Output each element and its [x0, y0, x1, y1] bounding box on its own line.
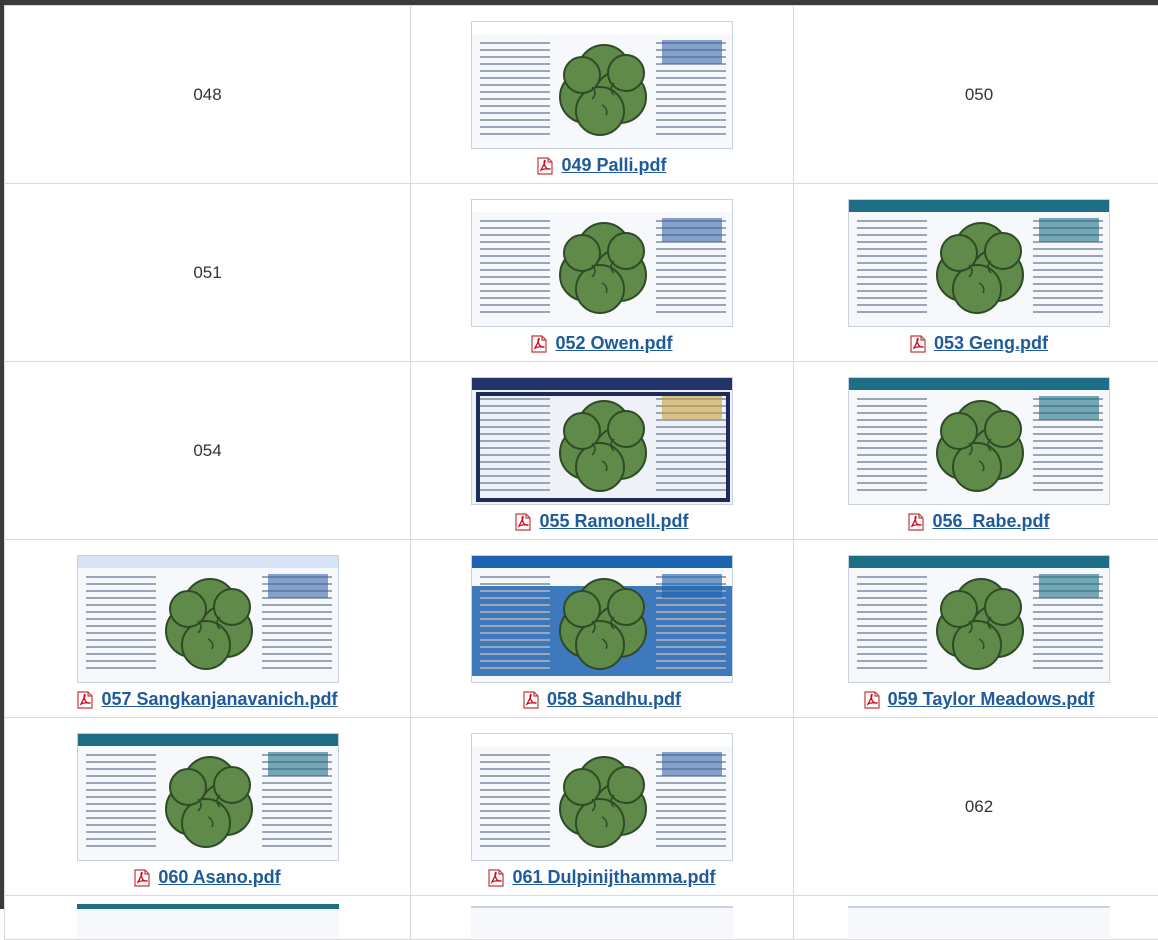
grid-cell: 050 [794, 6, 1158, 184]
grid-cell: 057 Sangkanjanavanich.pdf [5, 540, 411, 718]
grid-cell: 055 Ramonell.pdf [411, 362, 794, 540]
poster-pdf-link[interactable]: 057 Sangkanjanavanich.pdf [77, 689, 337, 710]
table-row: 048 049 Palli.pdf 050 [5, 6, 1158, 184]
tree-icon [148, 561, 268, 681]
poster-number: 050 [965, 85, 993, 104]
tree-icon [919, 383, 1039, 503]
pdf-file-icon [134, 869, 150, 887]
pdf-file-icon [523, 691, 539, 709]
grid-cell: 059 Taylor Meadows.pdf [794, 540, 1158, 718]
poster-thumbnail[interactable] [77, 733, 339, 861]
grid-cell: 054 [5, 362, 411, 540]
poster-thumbnail[interactable] [471, 377, 733, 505]
poster-pdf-link[interactable]: 052 Owen.pdf [531, 333, 672, 354]
poster-pdf-link[interactable]: 060 Asano.pdf [134, 867, 280, 888]
grid-cell: 056_Rabe.pdf [794, 362, 1158, 540]
table-row: 060 Asano.pdf 061 Dulpinijthamma.pdf 062 [5, 718, 1158, 896]
tree-icon [542, 739, 662, 859]
poster-thumbnail[interactable] [77, 555, 339, 683]
tree-icon [919, 205, 1039, 325]
grid-cell: 052 Owen.pdf [411, 184, 794, 362]
poster-thumbnail[interactable] [848, 377, 1110, 505]
grid-cell: 048 [5, 6, 411, 184]
pdf-link-label: 052 Owen.pdf [555, 333, 672, 354]
poster-thumbnail[interactable] [471, 555, 733, 683]
poster-thumbnail[interactable] [471, 199, 733, 327]
poster-thumbnail[interactable] [848, 199, 1110, 327]
grid-cell: 058 Sandhu.pdf [411, 540, 794, 718]
poster-thumbnail[interactable] [471, 733, 733, 861]
pdf-link-label: 053 Geng.pdf [934, 333, 1048, 354]
table-row: 054 055 Ramonell.pdf 056_Rabe.pdf [5, 362, 1158, 540]
table-row: 051 052 Owen.pdf 053 Geng.pdf [5, 184, 1158, 362]
pdf-file-icon [515, 513, 531, 531]
grid-cell: 049 Palli.pdf [411, 6, 794, 184]
tree-icon [542, 383, 662, 503]
poster-pdf-link[interactable]: 058 Sandhu.pdf [523, 689, 681, 710]
poster-pdf-link[interactable]: 053 Geng.pdf [910, 333, 1048, 354]
pdf-link-label: 059 Taylor Meadows.pdf [888, 689, 1095, 710]
poster-thumbnail[interactable] [848, 555, 1110, 683]
poster-pdf-link[interactable]: 049 Palli.pdf [537, 155, 666, 176]
poster-thumbnail[interactable] [471, 21, 733, 149]
pdf-file-icon [537, 157, 553, 175]
poster-number: 048 [193, 85, 221, 104]
tree-icon [542, 561, 662, 681]
poster-pdf-link[interactable]: 055 Ramonell.pdf [515, 511, 688, 532]
poster-pdf-link[interactable]: 056_Rabe.pdf [908, 511, 1049, 532]
pdf-file-icon [910, 335, 926, 353]
pdf-link-label: 055 Ramonell.pdf [539, 511, 688, 532]
grid-cell [794, 896, 1158, 940]
grid-cell: 053 Geng.pdf [794, 184, 1158, 362]
poster-pdf-link[interactable]: 061 Dulpinijthamma.pdf [488, 867, 715, 888]
pdf-link-label: 057 Sangkanjanavanich.pdf [101, 689, 337, 710]
pdf-link-label: 058 Sandhu.pdf [547, 689, 681, 710]
pdf-file-icon [488, 869, 504, 887]
poster-pdf-link[interactable]: 059 Taylor Meadows.pdf [864, 689, 1095, 710]
poster-number: 051 [193, 263, 221, 282]
pdf-link-label: 061 Dulpinijthamma.pdf [512, 867, 715, 888]
poster-number: 062 [965, 797, 993, 816]
grid-cell: 062 [794, 718, 1158, 896]
tree-icon [542, 205, 662, 325]
table-row [5, 896, 1158, 940]
grid-cell [411, 896, 794, 940]
pdf-link-label: 049 Palli.pdf [561, 155, 666, 176]
pdf-link-label: 060 Asano.pdf [158, 867, 280, 888]
pdf-file-icon [864, 691, 880, 709]
grid-cell [5, 896, 411, 940]
poster-number: 054 [193, 441, 221, 460]
pdf-file-icon [908, 513, 924, 531]
tree-icon [148, 739, 268, 859]
pdf-file-icon [531, 335, 547, 353]
grid-cell: 051 [5, 184, 411, 362]
pdf-link-label: 056_Rabe.pdf [932, 511, 1049, 532]
pdf-file-icon [77, 691, 93, 709]
grid-cell: 061 Dulpinijthamma.pdf [411, 718, 794, 896]
tree-icon [919, 561, 1039, 681]
grid-cell: 060 Asano.pdf [5, 718, 411, 896]
table-row: 057 Sangkanjanavanich.pdf 058 Sandhu.pdf… [5, 540, 1158, 718]
poster-grid: 048 049 Palli.pdf 050 051 052 Owen.pdf [4, 5, 1158, 940]
tree-icon [542, 27, 662, 147]
